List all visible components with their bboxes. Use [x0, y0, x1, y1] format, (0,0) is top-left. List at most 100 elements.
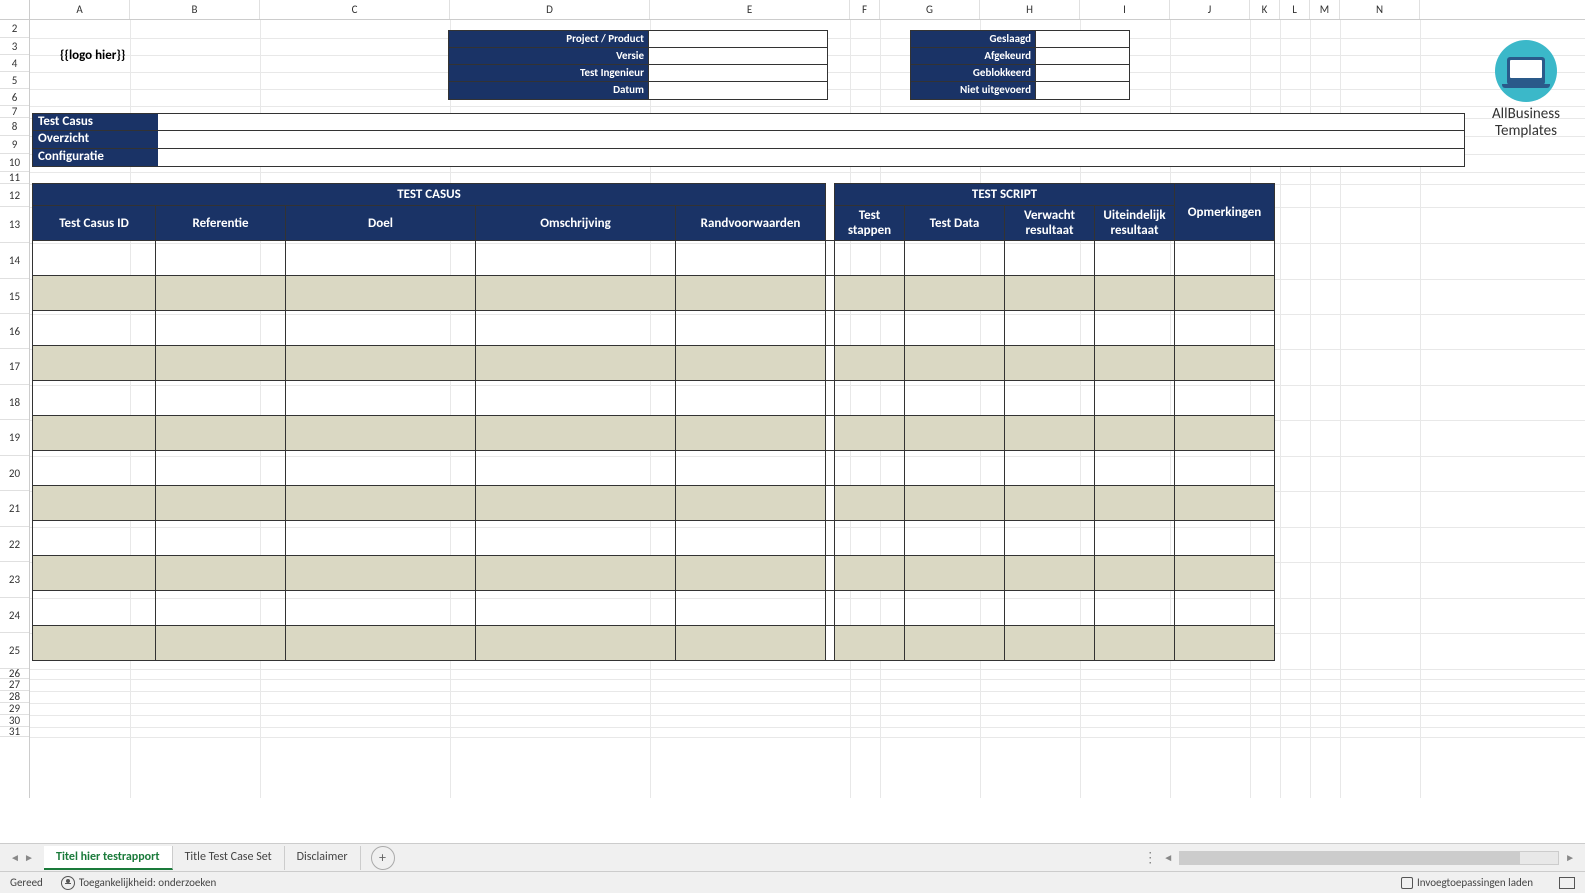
table-cell[interactable]	[1175, 521, 1275, 556]
table-cell[interactable]	[286, 591, 476, 626]
table-cell[interactable]	[156, 486, 286, 521]
table-cell[interactable]	[476, 451, 676, 486]
tab-nav-arrows[interactable]: ◄ ►	[0, 848, 44, 868]
col-header-D[interactable]: D	[450, 0, 650, 19]
table-cell[interactable]	[676, 241, 826, 276]
row-header-24[interactable]: 24	[0, 598, 29, 633]
row-header-20[interactable]: 20	[0, 456, 29, 491]
tab-next-icon[interactable]: ►	[22, 848, 36, 868]
table-cell[interactable]	[1005, 381, 1095, 416]
table-cell[interactable]	[156, 276, 286, 311]
table-cell[interactable]	[156, 381, 286, 416]
table-cell[interactable]	[835, 591, 905, 626]
col-header-I[interactable]: I	[1080, 0, 1170, 19]
col-header-L[interactable]: L	[1280, 0, 1310, 19]
col-header-A[interactable]: A	[30, 0, 130, 19]
table-cell[interactable]	[676, 311, 826, 346]
table-cell[interactable]	[835, 241, 905, 276]
scroll-left-icon[interactable]: ◄	[1163, 851, 1173, 864]
col-header-H[interactable]: H	[980, 0, 1080, 19]
table-cell[interactable]	[476, 416, 676, 451]
table-cell[interactable]	[905, 346, 1005, 381]
row-header-6[interactable]: 6	[0, 89, 29, 106]
meta-value-cell[interactable]	[1036, 48, 1129, 64]
table-cell[interactable]	[905, 451, 1005, 486]
row-header-12[interactable]: 12	[0, 184, 29, 207]
table-cell[interactable]	[476, 591, 676, 626]
table-cell[interactable]	[835, 381, 905, 416]
meta-value-cell[interactable]	[1036, 31, 1129, 47]
table-cell[interactable]	[1095, 346, 1175, 381]
table-cell[interactable]	[1095, 311, 1175, 346]
add-sheet-button[interactable]: +	[371, 846, 395, 870]
col-header-G[interactable]: G	[880, 0, 980, 19]
table-cell[interactable]	[905, 416, 1005, 451]
table-cell[interactable]	[286, 556, 476, 591]
scroll-right-icon[interactable]: ►	[1565, 851, 1575, 864]
row-header-18[interactable]: 18	[0, 385, 29, 420]
table-cell[interactable]	[905, 241, 1005, 276]
table-cell[interactable]	[33, 241, 156, 276]
table-cell[interactable]	[156, 416, 286, 451]
row-header-7[interactable]: 7	[0, 106, 29, 118]
row-header-21[interactable]: 21	[0, 491, 29, 527]
table-cell[interactable]	[676, 521, 826, 556]
table-cell[interactable]	[476, 556, 676, 591]
table-cell[interactable]	[1095, 556, 1175, 591]
table-cell[interactable]	[835, 416, 905, 451]
table-cell[interactable]	[676, 486, 826, 521]
table-cell[interactable]	[286, 521, 476, 556]
row-header-25[interactable]: 25	[0, 633, 29, 669]
table-cell[interactable]	[1175, 556, 1275, 591]
table-cell[interactable]	[1005, 486, 1095, 521]
table-cell[interactable]	[476, 276, 676, 311]
table-cell[interactable]	[905, 591, 1005, 626]
table-cell[interactable]	[835, 346, 905, 381]
table-cell[interactable]	[1095, 416, 1175, 451]
table-cell[interactable]	[835, 451, 905, 486]
meta-value-cell[interactable]	[649, 82, 827, 99]
row-header-2[interactable]: 2	[0, 20, 29, 38]
scrollbar-track[interactable]	[1179, 851, 1559, 865]
table-cell[interactable]	[1005, 626, 1095, 661]
col-header-N[interactable]: N	[1340, 0, 1420, 19]
table-cell[interactable]	[1095, 486, 1175, 521]
table-cell[interactable]	[476, 311, 676, 346]
row-header-23[interactable]: 23	[0, 562, 29, 598]
table-cell[interactable]	[1005, 451, 1095, 486]
table-cell[interactable]	[1005, 556, 1095, 591]
row-header-11[interactable]: 11	[0, 172, 29, 184]
table-cell[interactable]	[676, 591, 826, 626]
table-cell[interactable]	[156, 556, 286, 591]
table-cell[interactable]	[1095, 626, 1175, 661]
table-cell[interactable]	[1175, 416, 1275, 451]
meta-value-cell[interactable]	[649, 31, 827, 47]
table-cell[interactable]	[1005, 311, 1095, 346]
table-cell[interactable]	[33, 451, 156, 486]
table-cell[interactable]	[286, 346, 476, 381]
row-header-16[interactable]: 16	[0, 314, 29, 349]
table-cell[interactable]	[1095, 241, 1175, 276]
table-cell[interactable]	[1175, 346, 1275, 381]
table-cell[interactable]	[33, 311, 156, 346]
table-cell[interactable]	[676, 626, 826, 661]
table-cell[interactable]	[33, 416, 156, 451]
table-cell[interactable]	[33, 276, 156, 311]
table-cell[interactable]	[476, 521, 676, 556]
col-header-M[interactable]: M	[1310, 0, 1340, 19]
table-cell[interactable]	[905, 626, 1005, 661]
table-cell[interactable]	[33, 556, 156, 591]
section-value-cell[interactable]	[158, 131, 1464, 148]
spreadsheet-grid[interactable]: {{logo hier}} Project / ProductVersieTes…	[30, 20, 1585, 798]
display-settings-icon[interactable]	[1559, 877, 1575, 889]
table-cell[interactable]	[33, 521, 156, 556]
table-cell[interactable]	[476, 626, 676, 661]
table-cell[interactable]	[1005, 416, 1095, 451]
table-cell[interactable]	[156, 311, 286, 346]
table-cell[interactable]	[676, 556, 826, 591]
table-cell[interactable]	[156, 241, 286, 276]
table-cell[interactable]	[1095, 521, 1175, 556]
table-cell[interactable]	[1005, 591, 1095, 626]
table-cell[interactable]	[33, 346, 156, 381]
table-cell[interactable]	[33, 486, 156, 521]
